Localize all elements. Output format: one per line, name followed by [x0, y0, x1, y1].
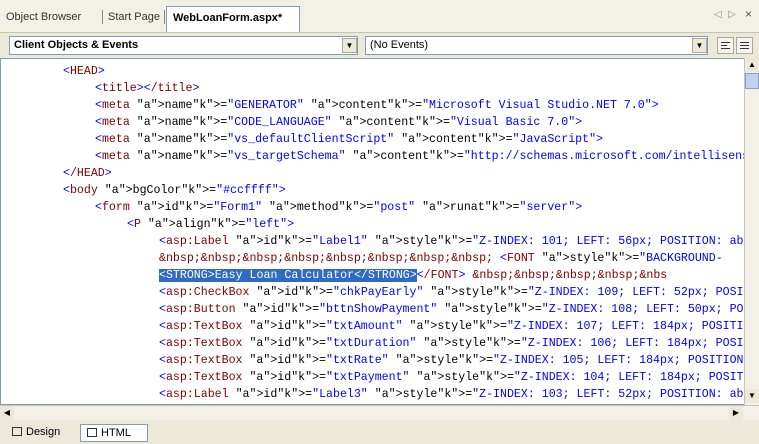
design-tab-label: Design [26, 426, 61, 438]
code-line[interactable]: <asp:TextBox "a">id"k">="txtRate" "a">st… [159, 352, 744, 369]
client-objects-value: Client Objects & Events [14, 39, 139, 51]
events-dropdown[interactable]: (No Events) ▼ [365, 36, 708, 55]
code-line[interactable]: <asp:Label "a">id"k">="Label3" "a">style… [159, 386, 744, 403]
document-tab-strip: Object Browser Start Page WebLoanForm.as… [0, 0, 759, 32]
client-objects-dropdown[interactable]: Client Objects & Events ▼ [9, 36, 358, 55]
code-line[interactable]: <body "a">bgColor"k">="#ccffff"> [63, 182, 286, 199]
design-tab[interactable]: Design [10, 424, 64, 444]
tab-webloanform[interactable]: WebLoanForm.aspx* [166, 6, 300, 32]
code-line[interactable]: &nbsp;&nbsp;&nbsp;&nbsp;&nbsp;&nbsp;&nbs… [159, 250, 723, 267]
html-icon [87, 427, 97, 437]
chevron-down-icon[interactable]: ▼ [342, 38, 357, 53]
scroll-up-icon[interactable]: ▲ [745, 58, 759, 72]
html-tab-label: HTML [101, 427, 131, 439]
code-line[interactable]: <asp:CheckBox "a">id"k">="chkPayEarly" "… [159, 284, 744, 301]
close-icon[interactable]: × [745, 7, 752, 21]
horizontal-scrollbar[interactable]: ◀ ▶ [0, 405, 759, 420]
code-line[interactable]: <asp:Label "a">id"k">="Label1" "a">style… [159, 233, 744, 250]
events-value: (No Events) [370, 39, 429, 51]
scroll-right-icon[interactable]: ▶ [729, 406, 743, 420]
code-line[interactable]: <asp:TextBox "a">id"k">="txtDuration" "a… [159, 335, 744, 352]
scroll-thumb[interactable] [745, 73, 759, 89]
tab-webloanform-label: WebLoanForm.aspx* [173, 12, 283, 24]
editor-window: Object Browser Start Page WebLoanForm.as… [0, 0, 759, 444]
code-line[interactable]: <P "a">align"k">="left"> [127, 216, 294, 233]
scroll-tabs-right-icon[interactable]: ▷ [728, 9, 736, 20]
tab-start-page[interactable]: Start Page [108, 11, 160, 23]
code-line[interactable]: </HEAD> [63, 165, 112, 182]
selected-text: <STRONG>Easy Loan Calculator</STRONG> [159, 269, 417, 282]
scroll-tabs-left-icon[interactable]: ◁ [714, 9, 722, 20]
navigation-bar: Client Objects & Events ▼ (No Events) ▼ [0, 32, 759, 58]
view-tabs: Design HTML [0, 420, 759, 444]
vertical-scrollbar[interactable]: ▲ ▼ [744, 58, 759, 405]
tab-separator [164, 10, 165, 24]
code-line[interactable]: <title></title> [95, 80, 199, 97]
scroll-left-icon[interactable]: ◀ [0, 406, 14, 420]
code-line[interactable]: <meta "a">name"k">="vs_defaultClientScri… [95, 131, 603, 148]
tab-object-browser[interactable]: Object Browser [6, 11, 81, 23]
code-line[interactable]: <asp:TextBox "a">id"k">="txtPayment" "a"… [159, 369, 744, 386]
view-code-button[interactable] [717, 37, 734, 54]
code-line[interactable]: <STRONG>Easy Loan Calculator</STRONG></F… [159, 267, 667, 284]
code-line[interactable]: <asp:TextBox "a">id"k">="txtAmount" "a">… [159, 318, 744, 335]
design-icon [12, 426, 22, 436]
code-line[interactable]: <form "a">id"k">="Form1" "a">method"k">=… [95, 199, 582, 216]
scroll-down-icon[interactable]: ▼ [745, 389, 759, 403]
view-full-button[interactable] [736, 37, 753, 54]
html-tab[interactable]: HTML [80, 424, 148, 442]
chevron-down-icon[interactable]: ▼ [692, 38, 707, 53]
tab-separator [102, 10, 103, 24]
code-line[interactable]: <meta "a">name"k">="vs_targetSchema" "a"… [95, 148, 744, 165]
code-line[interactable]: <HEAD> [63, 63, 105, 80]
code-line[interactable]: <meta "a">name"k">="GENERATOR" "a">conte… [95, 97, 659, 114]
code-line[interactable]: <asp:Button "a">id"k">="bttnShowPayment"… [159, 301, 744, 318]
html-code-editor[interactable]: <HEAD> <title></title> <meta "a">name"k">=… [0, 58, 744, 405]
code-line[interactable]: <meta "a">name"k">="CODE_LANGUAGE" "a">c… [95, 114, 582, 131]
